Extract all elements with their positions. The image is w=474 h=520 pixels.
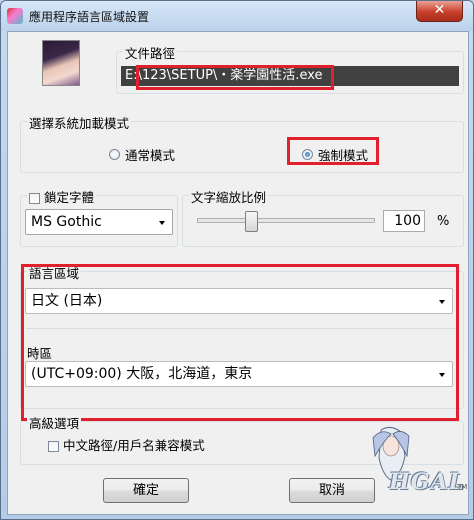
compat-label: 中文路徑/用戶名兼容模式 — [62, 438, 205, 453]
highlight-locale — [21, 264, 459, 421]
load-mode-label: 選擇系統加載模式 — [27, 113, 132, 132]
highlight-file-path — [136, 65, 334, 90]
load-mode-group: 選擇系統加載模式 通常模式 強制模式 — [20, 113, 464, 173]
ok-button[interactable]: 確定 — [103, 478, 189, 503]
scale-slider-track[interactable] — [197, 218, 375, 223]
scale-group: 文字縮放比例 100 % — [182, 187, 464, 247]
watermark-text: HGAL — [389, 469, 466, 495]
window-title: 應用程序語言區域設置 — [29, 10, 150, 24]
scale-value-field[interactable]: 100 — [383, 210, 425, 232]
highlight-force-mode — [287, 137, 379, 165]
app-window: 應用程序語言區域設置 ✕ 文件路徑 E:\123\SETUP\・楽学園性活.ex… — [0, 0, 474, 520]
chevron-down-icon — [159, 221, 165, 225]
file-path-label: 文件路徑 — [123, 43, 178, 62]
scale-label: 文字縮放比例 — [189, 187, 269, 206]
radio-normal-mode[interactable]: 通常模式 — [109, 145, 175, 164]
font-lock-label: 鎖定字體 — [43, 190, 94, 205]
watermark-tm: TM — [457, 483, 468, 491]
font-group: 鎖定字體 MS Gothic — [20, 187, 178, 247]
scale-slider-thumb[interactable] — [244, 211, 258, 232]
advanced-label: 高級選項 — [27, 413, 82, 432]
font-lock-option[interactable]: 鎖定字體 — [27, 187, 96, 206]
title-bar[interactable]: 應用程序語言區域設置 ✕ — [1, 1, 473, 31]
scale-unit: % — [437, 214, 450, 229]
avatar — [42, 40, 80, 86]
font-select-value: MS Gothic — [31, 214, 102, 230]
radio-normal-indicator[interactable] — [109, 149, 120, 160]
compat-option[interactable]: 中文路徑/用戶名兼容模式 — [48, 435, 205, 454]
close-button[interactable]: ✕ — [416, 1, 463, 22]
font-select[interactable]: MS Gothic — [25, 209, 173, 235]
font-lock-checkbox[interactable] — [29, 193, 40, 204]
compat-checkbox[interactable] — [48, 441, 59, 452]
radio-normal-label: 通常模式 — [125, 148, 176, 163]
app-icon — [7, 8, 23, 24]
